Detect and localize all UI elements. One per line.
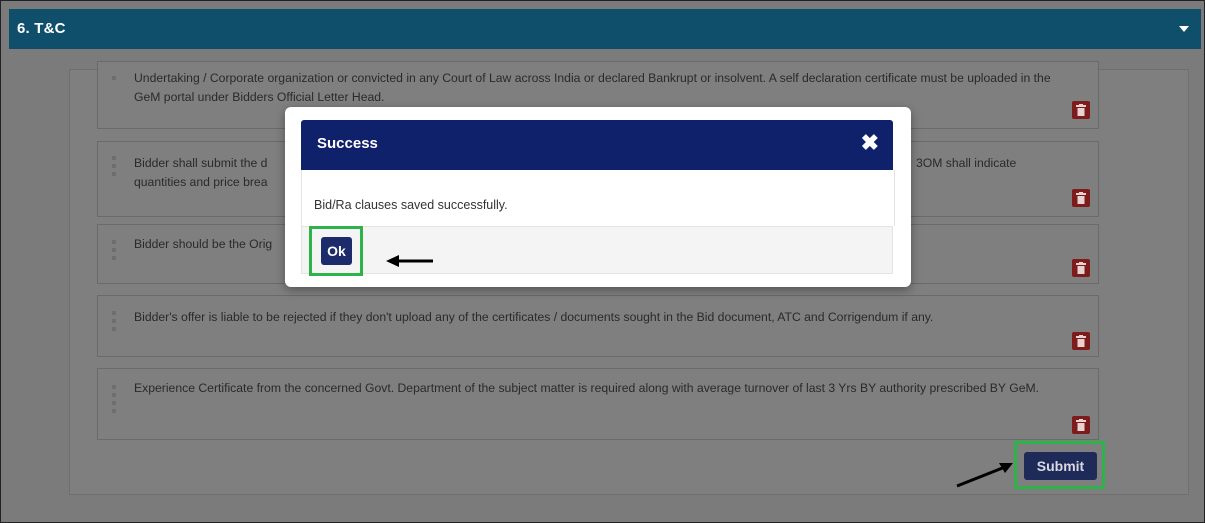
dialog-header: Success ✖	[301, 120, 893, 170]
drag-handle-icon[interactable]	[112, 240, 116, 260]
arrow-icon	[956, 463, 1013, 488]
drag-handle-icon[interactable]	[112, 156, 116, 176]
close-icon[interactable]: ✖	[861, 132, 879, 154]
drag-handle-icon[interactable]	[112, 76, 116, 80]
clause-text: Experience Certificate from the concerne…	[134, 381, 1040, 395]
ok-button[interactable]: Ok	[321, 237, 352, 265]
arrow-icon	[386, 255, 433, 267]
clause-item: Experience Certificate from the concerne…	[97, 368, 1099, 440]
caret-down-icon[interactable]	[1179, 26, 1189, 32]
clause-text: Undertaking / Corporate organization or …	[134, 71, 1051, 104]
clause-item: Bidder's offer is liable to be rejected …	[97, 295, 1099, 357]
success-dialog: Success ✖ Bid/Ra clauses saved successfu…	[285, 107, 911, 287]
clause-text: Bidder's offer is liable to be rejected …	[134, 310, 934, 324]
submit-button[interactable]: Submit	[1024, 452, 1097, 480]
clause-text-right: 3OM shall indicate	[916, 156, 1017, 170]
page-frame: 6. T&C Undertaking / Corporate organizat…	[0, 0, 1205, 523]
section-header[interactable]: 6. T&C	[9, 9, 1201, 49]
drag-handle-icon[interactable]	[112, 385, 116, 413]
section-title: 6. T&C	[17, 20, 66, 37]
trash-icon[interactable]	[1072, 332, 1090, 350]
trash-icon[interactable]	[1072, 416, 1090, 434]
dialog-message: Bid/Ra clauses saved successfully.	[314, 198, 508, 212]
trash-icon[interactable]	[1072, 101, 1090, 119]
dialog-body: Bid/Ra clauses saved successfully.	[301, 170, 895, 226]
trash-icon[interactable]	[1072, 189, 1090, 207]
drag-handle-icon[interactable]	[112, 311, 116, 331]
trash-icon[interactable]	[1072, 259, 1090, 277]
dialog-title: Success	[317, 135, 378, 152]
